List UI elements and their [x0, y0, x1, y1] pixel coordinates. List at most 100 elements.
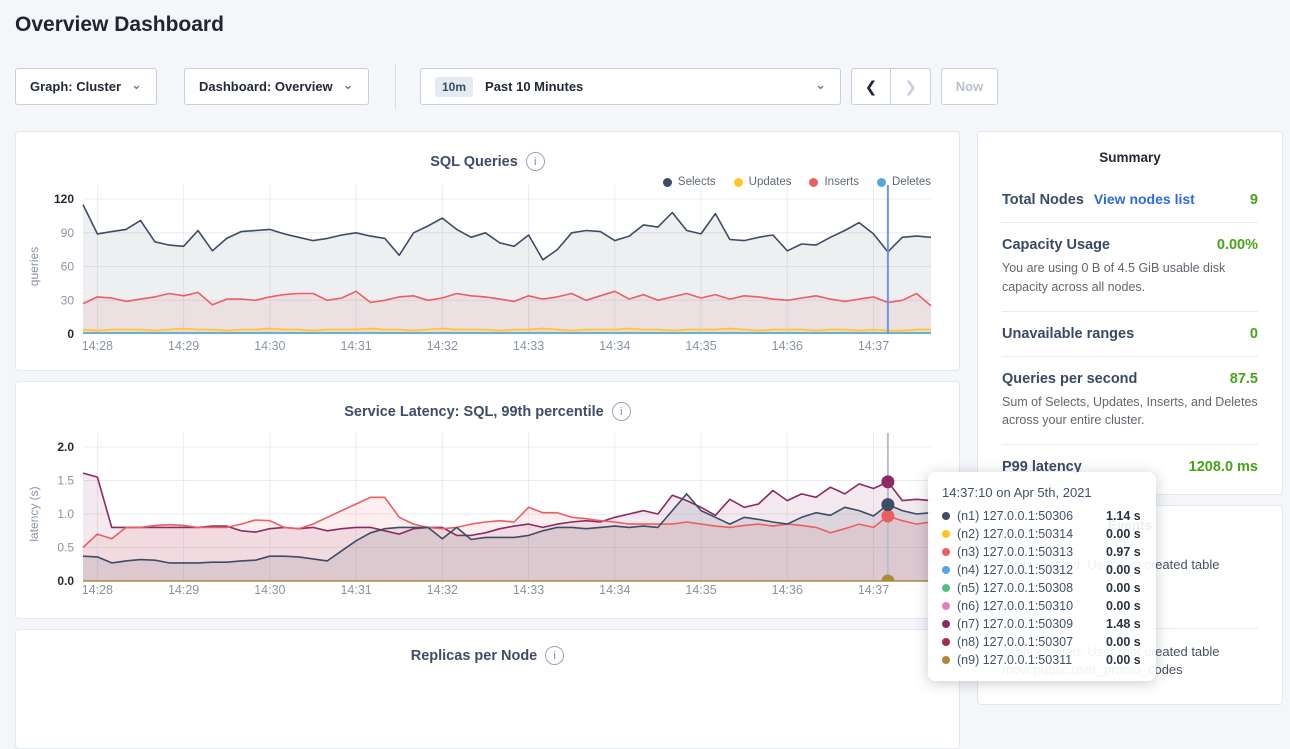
node-latency-value: 0.00 s — [1106, 563, 1141, 577]
tooltip-date: on Apr 5th, 2021 — [993, 485, 1092, 500]
tooltip-row: (n3) 127.0.0.1:503130.97 s — [942, 543, 1142, 561]
tooltip-timestamp: 14:37:10 on Apr 5th, 2021 — [942, 485, 1142, 500]
time-next-button[interactable]: ❯ — [891, 68, 931, 105]
svg-text:0.0: 0.0 — [57, 574, 74, 588]
chart-title-text: SQL Queries — [430, 154, 518, 170]
chevron-down-icon: ⌄ — [131, 77, 142, 93]
time-prev-button[interactable]: ❮ — [851, 68, 891, 105]
svg-text:14:29: 14:29 — [168, 583, 199, 597]
chart-title-text: Service Latency: SQL, 99th percentile — [344, 404, 604, 420]
chart-hover-tooltip: 14:37:10 on Apr 5th, 2021 (n1) 127.0.0.1… — [928, 472, 1156, 681]
summary-panel: Summary Total Nodes View nodes list 9 Ca… — [977, 131, 1283, 495]
legend-color-dot — [809, 178, 818, 187]
tooltip-time: 14:37:10 — [942, 485, 993, 500]
replicas-per-node-card: Replicas per Node i — [15, 629, 960, 749]
summary-title: Summary — [1002, 150, 1258, 165]
tooltip-row: (n5) 127.0.0.1:503080.00 s — [942, 579, 1142, 597]
info-icon[interactable]: i — [612, 402, 631, 421]
capacity-usage-desc: You are using 0 B of 4.5 GiB usable disk… — [1002, 259, 1258, 297]
svg-text:14:36: 14:36 — [772, 583, 803, 597]
time-nav-group: ❮ ❯ — [851, 68, 931, 105]
capacity-usage-label: Capacity Usage — [1002, 237, 1110, 253]
chart-title-text: Replicas per Node — [411, 648, 538, 664]
unavailable-ranges-value: 0 — [1250, 326, 1258, 342]
node-color-dot — [942, 656, 950, 664]
svg-text:queries: queries — [27, 247, 41, 286]
node-latency-value: 0.00 s — [1106, 599, 1141, 613]
page-title: Overview Dashboard — [15, 13, 224, 37]
replicas-per-node-title: Replicas per Node i — [16, 646, 959, 665]
summary-divider — [1002, 222, 1258, 223]
svg-text:latency (s): latency (s) — [27, 486, 41, 541]
node-color-dot — [942, 566, 950, 574]
service-latency-title: Service Latency: SQL, 99th percentile i — [16, 402, 959, 421]
node-latency-value: 1.48 s — [1106, 617, 1141, 631]
tooltip-row: (n4) 127.0.0.1:50312 0.00 s — [942, 561, 1142, 579]
service-latency-card: 14:2814:2914:3014:3114:3214:3314:3414:35… — [15, 381, 960, 619]
graph-dropdown[interactable]: Graph: Cluster ⌄ — [15, 68, 157, 105]
unavailable-ranges-label: Unavailable ranges — [1002, 326, 1134, 342]
svg-text:14:31: 14:31 — [340, 583, 371, 597]
node-latency-value: 0.97 s — [1106, 545, 1141, 559]
sql-queries-title: SQL Queries i — [16, 152, 959, 171]
summary-divider — [1002, 444, 1258, 445]
legend-color-dot — [734, 178, 743, 187]
svg-text:14:30: 14:30 — [254, 339, 285, 353]
svg-text:14:34: 14:34 — [599, 339, 630, 353]
chevron-down-icon: ⌄ — [343, 77, 354, 93]
view-nodes-list-link[interactable]: View nodes list — [1094, 191, 1195, 207]
legend-item-selects[interactable]: Selects — [663, 176, 716, 188]
svg-text:2.0: 2.0 — [57, 440, 74, 454]
svg-text:0: 0 — [67, 327, 74, 341]
tooltip-row: (n8) 127.0.0.1:50307 0.00 s — [942, 633, 1142, 651]
qps-label: Queries per second — [1002, 371, 1137, 387]
svg-text:14:36: 14:36 — [772, 339, 803, 353]
svg-text:60: 60 — [61, 260, 75, 274]
svg-text:14:28: 14:28 — [82, 339, 113, 353]
dashboard-dropdown-label: Dashboard: Overview — [199, 79, 333, 94]
node-address: (n1) 127.0.0.1:50306 — [957, 509, 1099, 523]
legend-item-inserts[interactable]: Inserts — [809, 176, 859, 188]
qps-value: 87.5 — [1230, 371, 1258, 387]
svg-text:14:35: 14:35 — [685, 339, 716, 353]
unavailable-ranges-row: Unavailable ranges 0 — [1002, 326, 1258, 342]
svg-text:14:28: 14:28 — [82, 583, 113, 597]
tooltip-row: (n9) 127.0.0.1:503110.00 s — [942, 651, 1142, 669]
node-address: (n5) 127.0.0.1:50308 — [957, 581, 1099, 595]
dashboard-dropdown[interactable]: Dashboard: Overview ⌄ — [184, 68, 369, 105]
svg-text:1.0: 1.0 — [57, 507, 74, 521]
tooltip-row: (n2) 127.0.0.1:503140.00 s — [942, 525, 1142, 543]
tooltip-row: (n1) 127.0.0.1:50306 1.14 s — [942, 507, 1142, 525]
chevron-down-icon: ⌄ — [815, 77, 826, 93]
legend-color-dot — [663, 178, 672, 187]
time-range-badge: 10m — [435, 77, 473, 97]
node-address: (n7) 127.0.0.1:50309 — [957, 617, 1099, 631]
capacity-usage-value: 0.00% — [1217, 237, 1258, 253]
summary-divider — [1002, 356, 1258, 357]
tooltip-row: (n6) 127.0.0.1:503100.00 s — [942, 597, 1142, 615]
total-nodes-label: Total Nodes — [1002, 192, 1084, 208]
time-range-label: Past 10 Minutes — [485, 79, 583, 94]
summary-divider — [1002, 311, 1258, 312]
node-address: (n8) 127.0.0.1:50307 — [957, 635, 1099, 649]
svg-text:1.5: 1.5 — [57, 474, 74, 488]
now-button[interactable]: Now — [941, 68, 998, 105]
node-address: (n4) 127.0.0.1:50312 — [957, 563, 1099, 577]
legend-item-updates[interactable]: Updates — [734, 176, 792, 188]
node-latency-value: 0.00 s — [1106, 635, 1141, 649]
svg-text:14:37: 14:37 — [858, 583, 889, 597]
capacity-usage-row: Capacity Usage 0.00% — [1002, 237, 1258, 253]
svg-text:14:37: 14:37 — [858, 339, 889, 353]
graph-dropdown-label: Graph: Cluster — [30, 79, 121, 94]
toolbar-divider — [395, 64, 396, 109]
legend-color-dot — [877, 178, 886, 187]
svg-text:14:32: 14:32 — [427, 583, 458, 597]
time-range-dropdown[interactable]: 10m Past 10 Minutes ⌄ — [420, 68, 841, 105]
svg-text:14:34: 14:34 — [599, 583, 630, 597]
node-latency-value: 1.14 s — [1106, 509, 1141, 523]
qps-row: Queries per second 87.5 — [1002, 371, 1258, 387]
node-address: (n9) 127.0.0.1:50311 — [957, 653, 1099, 667]
legend-item-deletes[interactable]: Deletes — [877, 176, 931, 188]
info-icon[interactable]: i — [545, 646, 564, 665]
info-icon[interactable]: i — [526, 152, 545, 171]
